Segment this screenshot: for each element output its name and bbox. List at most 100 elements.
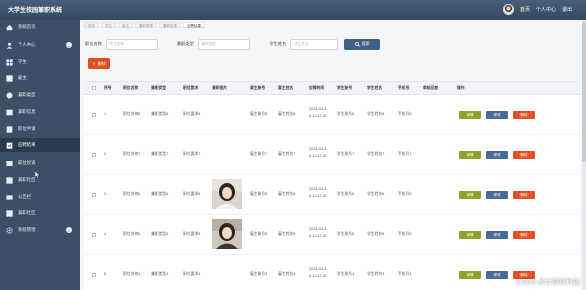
cell-student-account: 学生账号5 — [337, 232, 355, 236]
cell-time: 6 11:47:30 — [309, 194, 327, 198]
sidebar-item-complaint[interactable]: 职位投诉 — [0, 156, 80, 170]
breadcrumb-student[interactable]: 学生 — [101, 21, 116, 28]
user-area: 首页 个人中心 退出 — [502, 4, 572, 15]
batch-delete-button[interactable]: ✕ 删除 — [88, 58, 110, 69]
sidebar-item-notice[interactable]: 公告栏 — [0, 190, 80, 204]
sidebar-item-result[interactable]: 应聘结果 — [0, 138, 80, 152]
sidebar-item-job-type[interactable]: 兼职类型 — [0, 88, 80, 102]
gear-icon — [6, 226, 13, 234]
cell-employer-account: 雇主账号4 — [250, 272, 268, 276]
cell-index: 4 — [104, 232, 107, 236]
cell-student-name: 学生姓名7 — [367, 152, 385, 156]
watermark: CSDN @计算机科技 — [516, 279, 580, 286]
home-link[interactable]: 首页 — [520, 6, 530, 13]
cell-student-name: 学生姓名6 — [367, 192, 385, 196]
sidebar-item-student[interactable]: 学生 — [0, 55, 80, 69]
profile-link[interactable]: 个人中心 — [536, 6, 556, 13]
detail-button[interactable]: 详情 — [459, 111, 481, 119]
delete-button[interactable]: 删除 — [513, 231, 535, 239]
grid-icon — [6, 176, 13, 184]
cell-index: 1 — [104, 112, 107, 116]
column-header: 应聘时间 — [309, 86, 325, 90]
student-name-label: 学生姓名 — [269, 41, 287, 46]
cell-student-name: 学生姓名5 — [367, 232, 385, 236]
sidebar-item-label: 系统管理 — [18, 227, 36, 232]
search-button[interactable]: 搜索 — [344, 38, 381, 50]
column-header: 雇主姓名 — [278, 86, 294, 90]
chevron-down-icon: ⌄ — [66, 42, 72, 48]
cell-student-account: 学生账号4 — [337, 272, 355, 276]
sidebar-item-label: 兼职社区 — [18, 177, 36, 182]
sidebar-item-system[interactable]: 系统管理 ⌄ — [0, 223, 80, 237]
detail-button[interactable]: 详情 — [459, 151, 481, 159]
cell-time: 6 11:47:30 — [309, 154, 327, 158]
logout-link[interactable]: 退出 — [562, 6, 572, 13]
row-checkbox[interactable] — [92, 153, 96, 157]
breadcrumb-current[interactable]: 应聘结果 — [183, 21, 205, 28]
cell-time: 6 11:47:30 — [309, 234, 327, 238]
edit-button[interactable]: 修改 — [486, 111, 508, 119]
detail-button[interactable]: 详情 — [459, 231, 481, 239]
edit-button[interactable]: 修改 — [486, 191, 508, 199]
detail-button[interactable]: 详情 — [459, 191, 481, 199]
sidebar-item-job-info[interactable]: 兼职信息 — [0, 105, 80, 119]
cell-time: 2024-03-2 — [309, 147, 327, 151]
job-name-input[interactable]: 职位名称 — [105, 38, 158, 50]
job-type-input[interactable]: 兼职类型 — [197, 38, 250, 50]
app-title: 大学生校园兼职系统 — [8, 8, 63, 14]
select-all-checkbox[interactable] — [92, 86, 96, 90]
row-checkbox[interactable] — [92, 193, 96, 197]
cell-job-name: 职位名称6 — [123, 192, 141, 196]
column-header: 操作 — [457, 86, 465, 90]
delete-button[interactable]: 删除 — [513, 111, 535, 119]
cell-employer-account: 雇主账号6 — [250, 192, 268, 196]
cell-phone: 手机号7 — [398, 152, 412, 156]
row-checkbox[interactable] — [92, 273, 96, 277]
cell-job-type: 兼职类型5 — [151, 232, 169, 236]
job-name-label: 职位名称 — [85, 41, 102, 46]
cell-employer-name: 雇主姓名5 — [278, 232, 296, 236]
breadcrumb-home[interactable]: 首页 — [84, 21, 99, 28]
sidebar-item-community[interactable]: 兼职社区 — [0, 173, 80, 187]
cell-time: 2024-03-2 — [309, 107, 327, 111]
cell-employer-account: 雇主账号8 — [250, 112, 268, 116]
delete-button[interactable]: 删除 — [513, 191, 535, 199]
cell-employer-account: 雇主账号7 — [250, 152, 268, 156]
table-row: 3 职位名称6 兼职类型6 职位要求6 雇主账号6 雇主姓名6 学生账号6 学生姓名6 手机号6… — [84, 175, 580, 215]
edit-button[interactable]: 修改 — [486, 151, 508, 159]
breadcrumb-employer[interactable]: 雇主 — [118, 21, 133, 28]
sidebar-item-label: 雇主 — [18, 75, 27, 80]
breadcrumb-job-type[interactable]: 兼职类型 — [135, 21, 157, 28]
sidebar-item-community-2[interactable]: 兼职社区 — [0, 206, 80, 220]
edit-button[interactable]: 修改 — [486, 231, 508, 239]
column-header: 职位名称 — [123, 86, 139, 90]
row-checkbox[interactable] — [92, 113, 96, 117]
sidebar-item-employer[interactable]: 雇主 — [0, 71, 80, 85]
student-name-input[interactable]: 学生姓名 — [290, 38, 339, 50]
sidebar-item-profile[interactable]: 个人中心 ⌄ — [0, 38, 80, 52]
sidebar-item-apply[interactable]: 职位申请 — [0, 122, 80, 136]
cell-job-type: 兼职类型8 — [151, 112, 169, 116]
delete-button[interactable]: 删除 — [513, 151, 535, 159]
column-header: 兼职类型 — [151, 86, 167, 90]
grid-icon — [6, 58, 13, 66]
breadcrumb-job-info[interactable]: 兼职信息 — [159, 21, 181, 28]
scrollbar-thumb[interactable] — [582, 22, 586, 162]
column-header: 学生姓名 — [367, 86, 383, 90]
sidebar-item-label: 兼职信息 — [18, 109, 36, 114]
edit-button[interactable]: 修改 — [486, 271, 508, 279]
row-checkbox[interactable] — [92, 233, 96, 237]
avatar[interactable] — [502, 4, 514, 15]
sidebar-item-home[interactable]: 系统首页 — [0, 20, 80, 34]
page-scrollbar[interactable] — [582, 20, 586, 290]
column-header: 学生账号 — [337, 86, 353, 90]
job-image-thumbnail[interactable] — [212, 179, 242, 209]
detail-button[interactable]: 详情 — [459, 271, 481, 279]
sidebar-item-label: 公告栏 — [18, 194, 32, 199]
job-image-thumbnail[interactable] — [212, 219, 242, 249]
column-header: 雇主账号 — [250, 86, 266, 90]
grid-icon — [6, 125, 13, 133]
column-header: 兼职图片 — [212, 86, 228, 90]
cell-requirement: 职位要求5 — [183, 232, 201, 236]
cell-student-account: 学生账号7 — [337, 152, 355, 156]
